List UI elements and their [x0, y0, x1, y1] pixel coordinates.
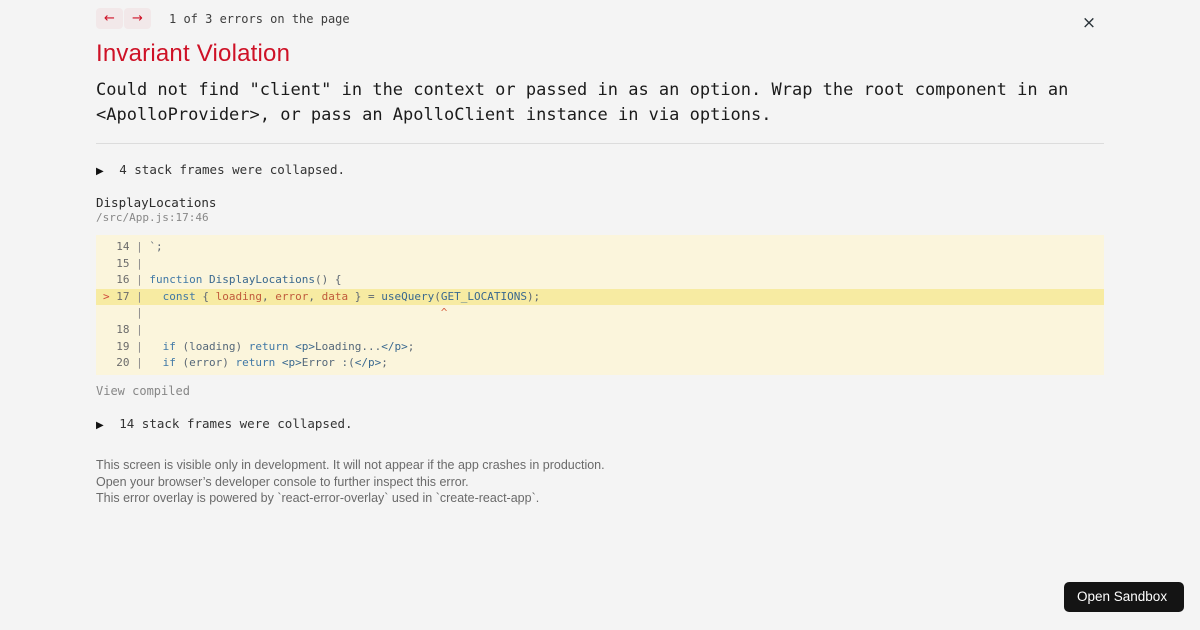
prev-error-button[interactable]: ← [96, 8, 123, 29]
code-line: 14 | `; [109, 240, 163, 253]
collapsed-frames-top-label: 4 stack frames were collapsed. [119, 162, 346, 177]
arrow-right-icon: → [132, 11, 143, 26]
footer-line: This screen is visible only in developme… [96, 458, 605, 472]
error-title: Invariant Violation [96, 40, 291, 67]
code-line: > 17 | const { loading, error, data } = … [96, 288, 1104, 306]
code-line: 20 | if (error) return <p>Error :(</p>; [109, 356, 388, 370]
view-compiled-link[interactable]: View compiled [96, 384, 190, 398]
divider [96, 143, 1104, 144]
open-sandbox-button[interactable]: Open Sandbox [1064, 581, 1184, 612]
collapsed-frames-bottom-label: 14 stack frames were collapsed. [119, 416, 353, 431]
error-overlay: ← → 1 of 3 errors on the page × Invarian… [0, 0, 1200, 630]
code-line: 16 | function DisplayLocations() { [109, 273, 342, 287]
code-block: 14 | `; 15 | 16 | function DisplayLocati… [96, 235, 1104, 375]
footer-line: Open your browser’s developer console to… [96, 474, 469, 489]
code-line: 15 | [109, 256, 150, 270]
error-counter: 1 of 3 errors on the page [169, 11, 350, 26]
code-line: 19 | if (loading) return <p>Loading...</… [109, 339, 415, 353]
footer-line: This error overlay is powered by `react-… [96, 491, 540, 506]
collapsed-frames-bottom[interactable]: ▶ 14 stack frames were collapsed. [96, 416, 353, 431]
error-navigation: ← → 1 of 3 errors on the page [96, 8, 350, 29]
stack-frame-location: /src/App.js:17:46 [96, 211, 209, 224]
error-message: Could not find "client" in the context o… [96, 80, 1079, 125]
next-error-button[interactable]: → [124, 8, 151, 29]
code-line: 18 | [109, 322, 150, 336]
stack-frame-function: DisplayLocations [96, 195, 217, 210]
expand-triangle-icon: ▶ [96, 166, 104, 177]
close-icon: × [1081, 13, 1097, 33]
close-button[interactable]: × [1078, 12, 1100, 34]
collapsed-frames-top[interactable]: ▶ 4 stack frames were collapsed. [96, 162, 345, 177]
expand-triangle-icon: ▶ [96, 420, 104, 431]
arrow-left-icon: ← [104, 11, 115, 26]
code-line: | ^ [136, 306, 448, 320]
footer-note: This screen is visible only in developme… [96, 457, 605, 507]
